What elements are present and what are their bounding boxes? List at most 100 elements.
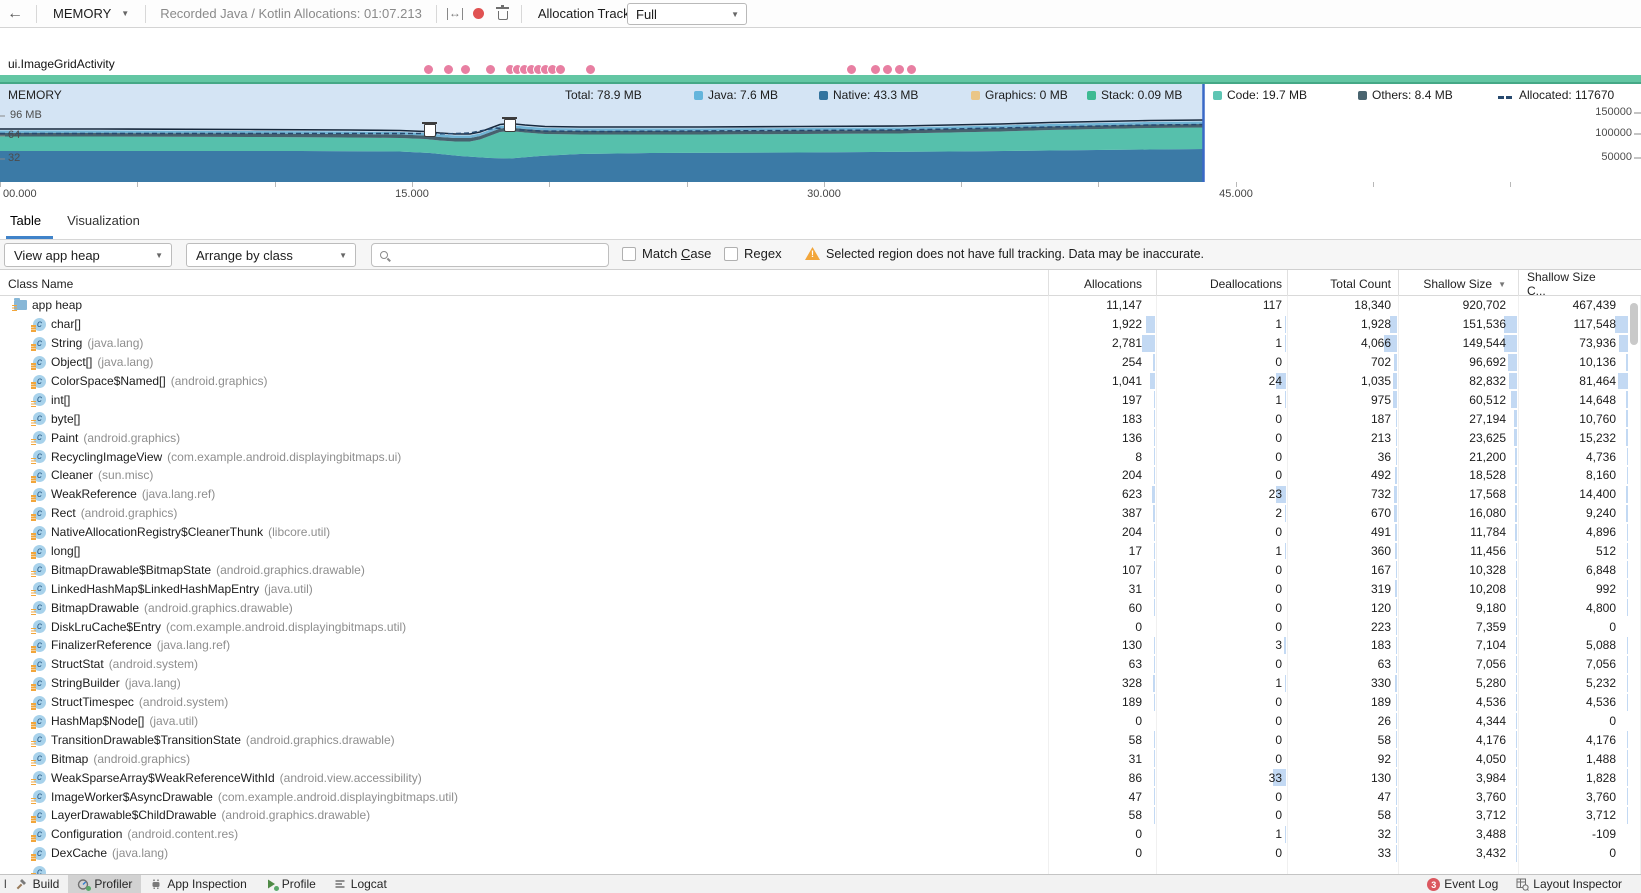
- legend-swatch: [1087, 90, 1096, 100]
- value-cell: 86: [1049, 768, 1157, 788]
- tool-button-build[interactable]: Build: [7, 875, 69, 893]
- column-class-name[interactable]: Class Name: [0, 270, 1049, 298]
- search-field[interactable]: [371, 243, 609, 267]
- vertical-scrollbar[interactable]: [1630, 303, 1638, 345]
- arrange-select[interactable]: Arrange by class ▼: [186, 243, 356, 267]
- value-bar: [1396, 637, 1397, 654]
- column-allocations[interactable]: Allocations: [1049, 270, 1157, 298]
- value-bar: [1154, 637, 1155, 654]
- value-cell: 992: [1519, 579, 1641, 599]
- search-input[interactable]: [394, 247, 600, 263]
- match-case-checkbox[interactable]: Match Case: [622, 246, 711, 261]
- tool-button-app-inspection[interactable]: App Inspection: [141, 875, 255, 893]
- zoom-to-fit-button[interactable]: ↔: [443, 3, 467, 25]
- table-row[interactable]: c FinalizerReference (java.lang.ref) 130…: [0, 636, 1641, 655]
- timeline-axis[interactable]: 00.000 15.000 30.000 45.000: [0, 182, 1641, 202]
- table-row[interactable]: c Rect (android.graphics) 387 2 670 16,080 9…: [0, 503, 1641, 523]
- allocation-tracking-select[interactable]: Full ▼: [627, 3, 747, 25]
- class-icon: c: [31, 374, 46, 389]
- table-row[interactable]: c StructTimespec (android.system) 189 0 18…: [0, 692, 1641, 712]
- column-shallow-size-change[interactable]: Shallow Size C...: [1519, 270, 1641, 298]
- table-row[interactable]: c char[] 1,922 1 1,928 151,536 117,548: [0, 314, 1641, 334]
- table-row[interactable]: c long[] 17 1 360 11,456 512: [0, 541, 1641, 561]
- value-bar: [1627, 580, 1628, 598]
- value-cell: 18,528: [1399, 466, 1519, 485]
- table-row[interactable]: c int[] 197 1 975 60,512 14,648: [0, 390, 1641, 410]
- value-bar: [1626, 410, 1628, 428]
- clipped-tool-button[interactable]: l: [0, 877, 7, 891]
- table-row[interactable]: c StringBuilder (java.lang) 328 1 330 5,280…: [0, 673, 1641, 693]
- class-name-cell: c HashMap$Node[] (java.util): [0, 711, 1049, 731]
- table-row[interactable]: c BitmapDrawable$BitmapState (android.gr…: [0, 560, 1641, 580]
- heap-select[interactable]: View app heap ▼: [4, 243, 172, 267]
- value-bar: [1516, 807, 1517, 824]
- value-cell: 47: [1049, 787, 1157, 807]
- sort-desc-icon: ▼: [1498, 279, 1506, 289]
- value-bar: [1154, 599, 1155, 617]
- table-row[interactable]: c RecyclingImageView (com.example.androi…: [0, 447, 1641, 467]
- table-row-partial[interactable]: c: [0, 862, 1641, 874]
- table-row[interactable]: c DiskLruCache$Entry (com.example.androi…: [0, 617, 1641, 637]
- value-cell: 187: [1288, 409, 1399, 429]
- value-bar: [1511, 391, 1517, 409]
- class-name-cell: c StructStat (android.system): [0, 654, 1049, 674]
- value-cell: 96,692: [1399, 352, 1519, 372]
- tab-table[interactable]: Table: [5, 202, 54, 239]
- table-row[interactable]: c LayerDrawable$ChildDrawable (android.g…: [0, 806, 1641, 825]
- allocation-event-dot: [870, 64, 881, 75]
- class-icon: c: [31, 412, 46, 427]
- column-deallocations[interactable]: Deallocations: [1157, 270, 1288, 298]
- value-bar: [1615, 315, 1628, 333]
- back-button[interactable]: ←: [0, 5, 30, 23]
- table-row[interactable]: c ImageWorker$AsyncDrawable (com.example…: [0, 787, 1641, 807]
- tool-button-event-log[interactable]: 3 Event Log: [1418, 877, 1507, 891]
- column-total-count[interactable]: Total Count: [1288, 270, 1399, 298]
- table-row[interactable]: c Cleaner (sun.misc) 204 0 492 18,528 8,160: [0, 466, 1641, 485]
- tool-button-profile[interactable]: Profile: [256, 875, 325, 893]
- tool-button-logcat[interactable]: Logcat: [325, 875, 396, 893]
- table-row[interactable]: c WeakReference (java.lang.ref) 623 23 732…: [0, 484, 1641, 504]
- table-row[interactable]: c byte[] 183 0 187 27,194 10,760: [0, 409, 1641, 429]
- table-row[interactable]: c Paint (android.graphics) 136 0 213 23,625…: [0, 428, 1641, 448]
- table-row[interactable]: c Object[] (java.lang) 254 0 702 96,692 10,1…: [0, 352, 1641, 372]
- session-selector[interactable]: MEMORY ▼: [43, 6, 139, 21]
- column-shallow-size[interactable]: Shallow Size ▼: [1399, 270, 1519, 298]
- value-cell: 7,104: [1399, 636, 1519, 655]
- value-bar: [1152, 485, 1155, 503]
- table-row[interactable]: c LinkedHashMap$LinkedHashMapEntry (java…: [0, 579, 1641, 599]
- value-bar: [1627, 655, 1628, 673]
- value-bar: [1396, 429, 1397, 447]
- table-row[interactable]: c TransitionDrawable$TransitionState (an…: [0, 730, 1641, 750]
- table-row[interactable]: c Bitmap (android.graphics) 31 0 92 4,050 1,…: [0, 749, 1641, 769]
- value-bar: [1516, 674, 1517, 692]
- table-row[interactable]: c DexCache (java.lang) 0 0 33 3,432 0: [0, 843, 1641, 863]
- table-row[interactable]: c StructStat (android.system) 63 0 63 7,056…: [0, 654, 1641, 674]
- value-cell: 0: [1519, 617, 1641, 637]
- table-row[interactable]: c NativeAllocationRegistry$CleanerThunk …: [0, 522, 1641, 542]
- timeline-tick: [1510, 182, 1511, 187]
- value-cell: 4,176: [1519, 730, 1641, 750]
- table-row[interactable]: c String (java.lang) 2,781 1 4,066 149,544 7…: [0, 333, 1641, 353]
- value-cell: 1,928: [1288, 314, 1399, 334]
- table-row[interactable]: c WeakSparseArray$WeakReferenceWithId (a…: [0, 768, 1641, 788]
- table-row[interactable]: c ColorSpace$Named[] (android.graphics) …: [0, 371, 1641, 391]
- table-row[interactable]: c Configuration (android.content.res) 01…: [0, 824, 1641, 844]
- tab-visualization[interactable]: Visualization: [67, 202, 140, 239]
- legend-item-code: Code: 19.7 MB: [1213, 88, 1307, 102]
- memory-axis-label: 64: [8, 129, 21, 141]
- value-cell: 4,896: [1519, 522, 1641, 542]
- memory-chart[interactable]: MEMORY Total: 78.9 MB Java: 7.6 MB Native:…: [0, 84, 1641, 182]
- timeline-tick: [1098, 182, 1099, 187]
- tool-button-layout-inspector[interactable]: Layout Inspector: [1507, 877, 1631, 891]
- value-bar: [1154, 410, 1155, 428]
- tool-button-profiler[interactable]: Profiler: [68, 875, 142, 893]
- delete-recording-button[interactable]: [491, 3, 515, 25]
- regex-checkbox[interactable]: Regex: [724, 246, 782, 261]
- value-bar: [1285, 542, 1286, 560]
- value-cell: 0: [1157, 617, 1288, 637]
- record-button[interactable]: [467, 3, 491, 25]
- value-cell: 3,760: [1399, 787, 1519, 807]
- table-row[interactable]: app heap 11,147 117 18,340 920,702 467,439: [0, 296, 1641, 315]
- table-row[interactable]: c BitmapDrawable (android.graphics.drawa…: [0, 598, 1641, 618]
- table-row[interactable]: c HashMap$Node[] (java.util) 0 0 26 4,344 0: [0, 711, 1641, 731]
